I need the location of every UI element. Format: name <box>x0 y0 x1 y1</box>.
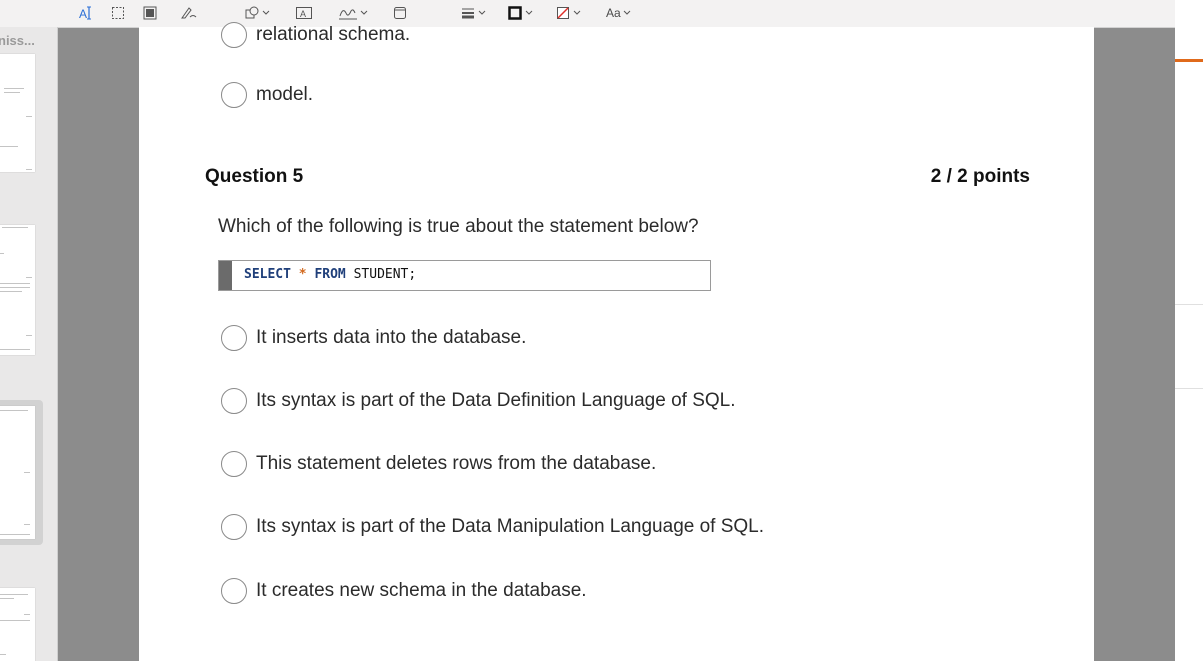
code-wildcard: * <box>298 267 307 282</box>
question-prompt: Which of the following is true about the… <box>218 216 699 237</box>
answer-option[interactable]: It creates new schema in the database. <box>221 578 587 604</box>
question-points: 2 / 2 points <box>930 166 1030 187</box>
fill-color-icon[interactable] <box>555 4 581 22</box>
line-style-icon[interactable] <box>460 4 486 22</box>
code-keyword: FROM <box>314 267 346 282</box>
markup-toolbar: A A Aa <box>0 0 1175 28</box>
border-color-icon[interactable] <box>507 4 533 22</box>
radio-button[interactable] <box>221 451 247 477</box>
right-panel-edge <box>1175 0 1203 661</box>
sidebar-title: niss... <box>0 33 35 48</box>
answer-option[interactable]: Its syntax is part of the Data Manipulat… <box>221 514 764 540</box>
answer-option-label: relational schema. <box>256 24 411 45</box>
code-keyword: SELECT <box>244 267 291 282</box>
thumbnail-sidebar: niss... <box>0 27 58 661</box>
answer-option[interactable]: relational schema. <box>221 22 410 48</box>
page-thumbnail[interactable] <box>0 225 35 355</box>
radio-button[interactable] <box>221 82 247 108</box>
answer-option-label: model. <box>256 84 314 105</box>
answer-option-label: Its syntax is part of the Data Definitio… <box>256 390 736 411</box>
code-line: SELECT * FROM STUDENT; <box>244 267 416 282</box>
radio-button[interactable] <box>221 388 247 414</box>
sketch-icon[interactable] <box>180 4 198 22</box>
radio-button[interactable] <box>221 22 247 48</box>
page-thumbnail-selected[interactable] <box>0 406 35 539</box>
answer-option[interactable]: This statement deletes rows from the dat… <box>221 451 656 477</box>
page-thumbnail[interactable] <box>0 54 35 172</box>
shapes-icon[interactable] <box>244 4 270 22</box>
code-table: STUDENT; <box>353 267 417 282</box>
svg-text:A: A <box>300 9 306 19</box>
redact-icon[interactable] <box>142 4 158 22</box>
radio-button[interactable] <box>221 578 247 604</box>
sign-icon[interactable] <box>338 4 368 22</box>
text-box-icon[interactable]: A <box>295 4 313 22</box>
document-page: relational schema. model. Question 5 2 /… <box>139 22 1094 661</box>
accent-bar <box>1175 59 1203 62</box>
answer-option[interactable]: model. <box>221 82 313 108</box>
answer-option[interactable]: Its syntax is part of the Data Definitio… <box>221 388 736 414</box>
answer-option-label: It inserts data into the database. <box>256 327 527 348</box>
radio-button[interactable] <box>221 325 247 351</box>
code-block-bar <box>219 261 232 290</box>
question-title: Question 5 <box>205 166 304 187</box>
answer-option-label: This statement deletes rows from the dat… <box>256 453 657 474</box>
note-icon[interactable] <box>392 4 408 22</box>
font-label: Aa <box>606 6 621 20</box>
svg-text:A: A <box>79 7 87 21</box>
page-thumbnail[interactable] <box>0 588 35 661</box>
answer-option-label: Its syntax is part of the Data Manipulat… <box>256 516 765 537</box>
font-button[interactable]: Aa <box>606 4 631 22</box>
radio-button[interactable] <box>221 514 247 540</box>
text-select-icon[interactable]: A <box>78 4 94 22</box>
answer-option-label: It creates new schema in the database. <box>256 580 587 601</box>
code-block: SELECT * FROM STUDENT; <box>218 260 711 291</box>
rect-select-icon[interactable] <box>110 4 126 22</box>
answer-option[interactable]: It inserts data into the database. <box>221 325 526 351</box>
